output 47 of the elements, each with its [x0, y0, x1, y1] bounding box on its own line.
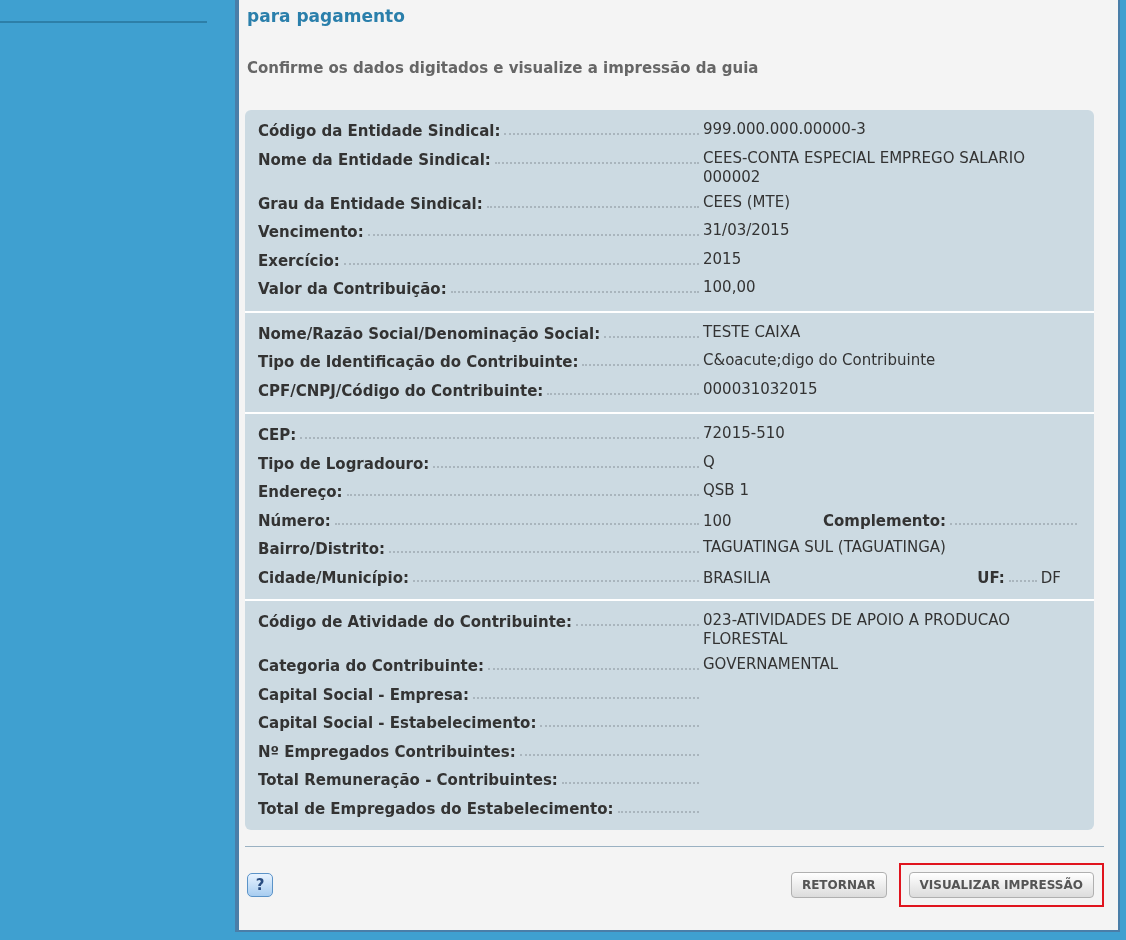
- field-label: Valor da Contribuição:: [258, 279, 447, 300]
- field-label: CEP:: [258, 425, 297, 446]
- field-label: Código de Atividade do Contribuinte:: [258, 612, 572, 633]
- field-label: Tipo de Identificação do Contribuinte:: [258, 352, 579, 373]
- field-value: Q: [703, 452, 716, 472]
- field-label: UF:: [977, 567, 1005, 589]
- field-label: Vencimento:: [258, 222, 364, 243]
- field-label: Tipo de Logradouro:: [258, 453, 430, 475]
- field-value: QSB 1: [703, 481, 750, 500]
- field-label: Número:: [258, 510, 331, 532]
- field-label: Nº Empregados Contribuintes:: [258, 741, 516, 763]
- field-label: Total de Empregados do Estabelecimento:: [258, 798, 614, 820]
- field-value: BRASILIA: [703, 567, 772, 589]
- field-label: Exercício:: [258, 250, 340, 272]
- field-label: Capital Social - Estabelecimento:: [258, 713, 537, 734]
- field-label: Código da Entidade Sindical:: [258, 121, 501, 142]
- field-label: Capital Social - Empresa:: [258, 684, 469, 706]
- field-label: Cidade/Município:: [258, 567, 410, 589]
- field-value: C&oacute;digo do Contribuinte: [703, 351, 937, 370]
- field-value: TESTE CAIXA: [703, 322, 802, 342]
- field-value: CEES-CONTA ESPECIAL EMPREGO SALARIO 000002: [703, 148, 1026, 187]
- field-label: Nome da Entidade Sindical:: [258, 149, 491, 171]
- field-value: TAGUATINGA SUL (TAGUATINGA): [703, 538, 947, 557]
- field-label: CPF/CNPJ/Código do Contribuinte:: [258, 380, 544, 402]
- field-label: Categoria do Contribuinte:: [258, 656, 484, 677]
- field-value: 72015-510: [703, 424, 786, 443]
- instruction-text: Confirme os dados digitados e visualize a impressão da guia: [247, 57, 759, 79]
- field-value: DF: [1040, 567, 1061, 589]
- help-button[interactable]: ?: [247, 873, 273, 897]
- field-value: CEES (MTE): [703, 192, 791, 212]
- action-button[interactable]: VISUALIZAR IMPRESSÃO: [908, 872, 1094, 898]
- action-button[interactable]: RETORNAR: [790, 872, 887, 898]
- field-label: Grau da Entidade Sindical:: [258, 193, 483, 215]
- page-heading: para pagamento: [247, 5, 405, 28]
- field-value: 023-ATIVIDADES DE APOIO A PRODUCAO FLORESTAL: [703, 611, 1011, 649]
- field-value: 100,00: [703, 278, 757, 297]
- field-value: 100: [703, 510, 733, 532]
- field-value: 2015: [703, 249, 743, 269]
- field-label: Nome/Razão Social/Denominação Social:: [258, 323, 601, 345]
- field-label: Bairro/Distrito:: [258, 539, 385, 560]
- field-value: GOVERNAMENTAL: [703, 655, 840, 674]
- field-value: 999.000.000.00000-3: [703, 120, 867, 139]
- field-label: Endereço:: [258, 482, 343, 503]
- field-label: Total Remuneração - Contribuintes:: [258, 770, 558, 791]
- field-value: 31/03/2015: [703, 221, 791, 240]
- field-value: 000031032015: [703, 379, 819, 399]
- field-label: Complemento:: [823, 510, 946, 532]
